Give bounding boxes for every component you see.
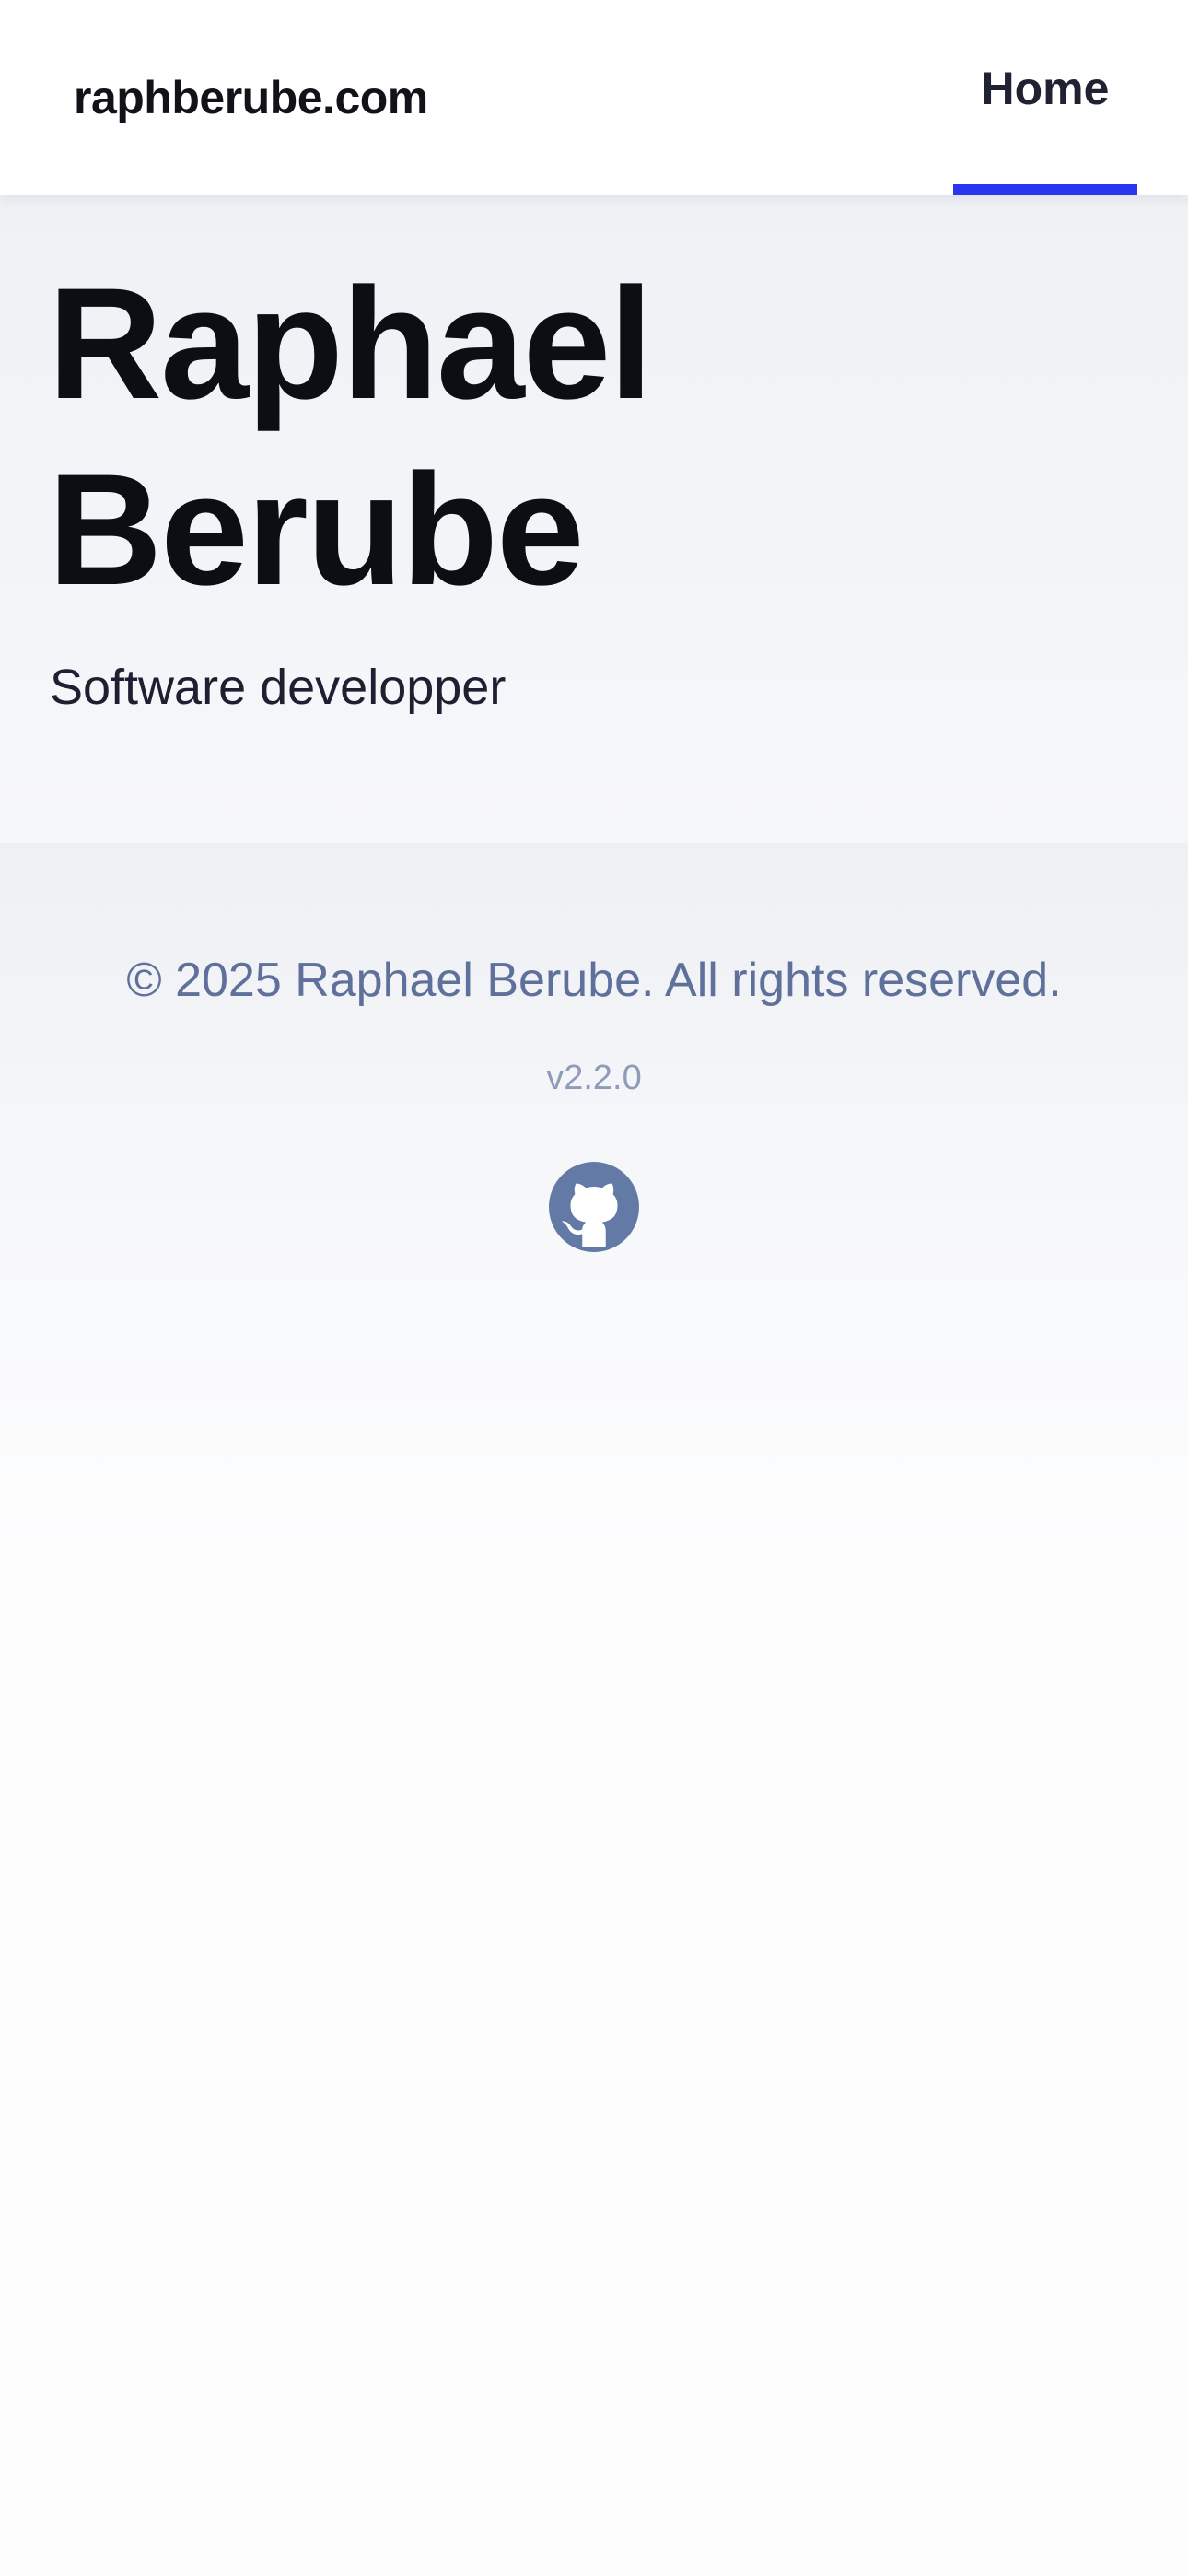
nav-home-label: Home <box>981 63 1110 114</box>
site-footer: © 2025 Raphael Berube. All rights reserv… <box>0 843 1188 2576</box>
site-header: raphberube.com Home <box>0 0 1188 195</box>
github-icon <box>549 1162 639 1252</box>
nav-link-home[interactable]: Home <box>953 0 1137 195</box>
version-label: v2.2.0 <box>546 1059 642 1097</box>
hero-title: Raphael Berube <box>48 255 653 618</box>
copyright-text: © 2025 Raphael Berube. All rights reserv… <box>126 954 1062 1007</box>
hero-subtitle: Software developper <box>50 660 507 715</box>
brand-link[interactable]: raphberube.com <box>74 70 428 125</box>
active-nav-indicator <box>953 184 1137 195</box>
github-link[interactable] <box>549 1162 639 1252</box>
hero-section: Raphael Berube Software developper <box>0 195 1188 843</box>
